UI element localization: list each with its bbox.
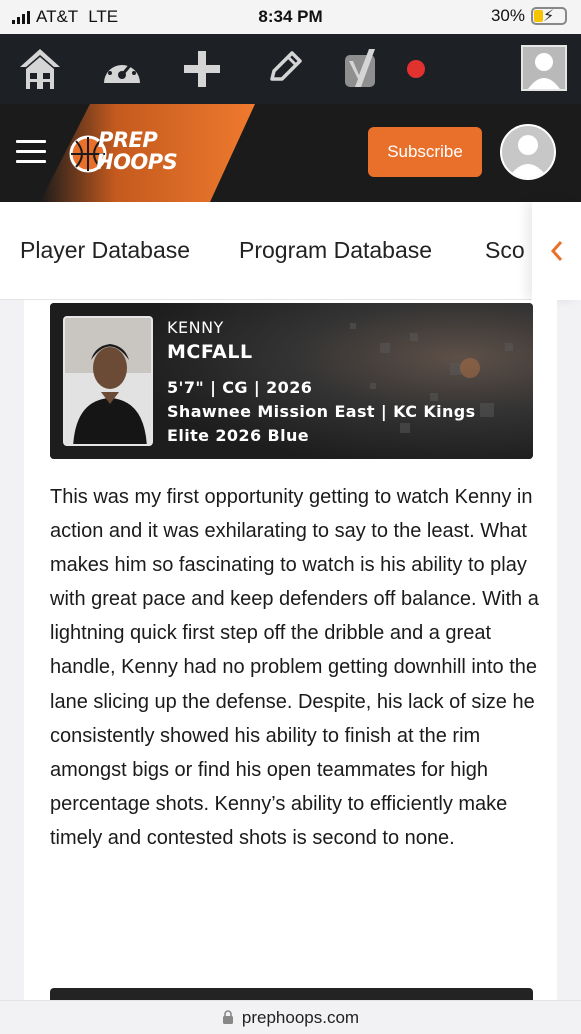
url-domain: prephoops.com xyxy=(241,1007,360,1027)
prep-hoops-logo[interactable]: PREP HOOPS xyxy=(68,126,190,182)
nav-player-database[interactable]: Player Database xyxy=(20,237,190,264)
yoast-seo-icon[interactable] xyxy=(338,46,386,92)
player-school-team: Shawnee Mission East | KC Kings xyxy=(167,402,476,421)
admin-user-avatar[interactable] xyxy=(521,45,567,91)
home-network-icon[interactable] xyxy=(16,46,64,92)
player-card[interactable]: KENNY MCFALL 5'7" | CG | 2026 Shawnee Mi… xyxy=(50,303,533,459)
nav-program-database[interactable]: Program Database xyxy=(239,237,432,264)
edit-pencil-icon[interactable] xyxy=(260,46,308,92)
player-team-continued: Elite 2026 Blue xyxy=(167,426,309,445)
logo-hoops-text: HOOPS xyxy=(96,150,178,174)
article-paragraph: This was my first opportunity getting to… xyxy=(50,486,539,849)
battery-info: 30% ⚡ xyxy=(491,6,567,26)
player-last-name: MCFALL xyxy=(167,341,253,363)
dashboard-gauge-icon[interactable] xyxy=(98,46,146,92)
nav-scouting-truncated[interactable]: Sco xyxy=(485,237,525,264)
ios-status-bar: AT&T LTE 8:34 PM 30% ⚡ xyxy=(0,0,581,34)
article-content: KENNY MCFALL 5'7" | CG | 2026 Shawnee Mi… xyxy=(24,300,557,1002)
player-height-position-class: 5'7" | CG | 2026 xyxy=(167,378,313,397)
logo-prep-text: PREP xyxy=(98,128,158,152)
player-photo xyxy=(63,316,153,446)
notification-dot-icon[interactable] xyxy=(392,46,440,92)
subscribe-button[interactable]: Subscribe xyxy=(368,127,482,177)
site-header: PREP HOOPS Subscribe xyxy=(0,104,581,202)
browser-url-bar[interactable]: prephoops.com xyxy=(0,1000,581,1034)
admin-toolbar xyxy=(0,34,581,104)
lock-icon xyxy=(222,1010,233,1024)
hamburger-menu-icon[interactable] xyxy=(16,140,46,164)
add-new-icon[interactable] xyxy=(178,46,226,92)
battery-percent: 30% xyxy=(490,6,525,25)
player-first-name: KENNY xyxy=(167,318,224,337)
chevron-left-icon xyxy=(550,241,562,261)
nav-scroll-left-button[interactable] xyxy=(532,202,581,300)
section-nav: Player Database Program Database Sco xyxy=(0,202,581,300)
user-profile-avatar[interactable] xyxy=(500,124,556,180)
battery-icon: ⚡ xyxy=(531,7,567,25)
